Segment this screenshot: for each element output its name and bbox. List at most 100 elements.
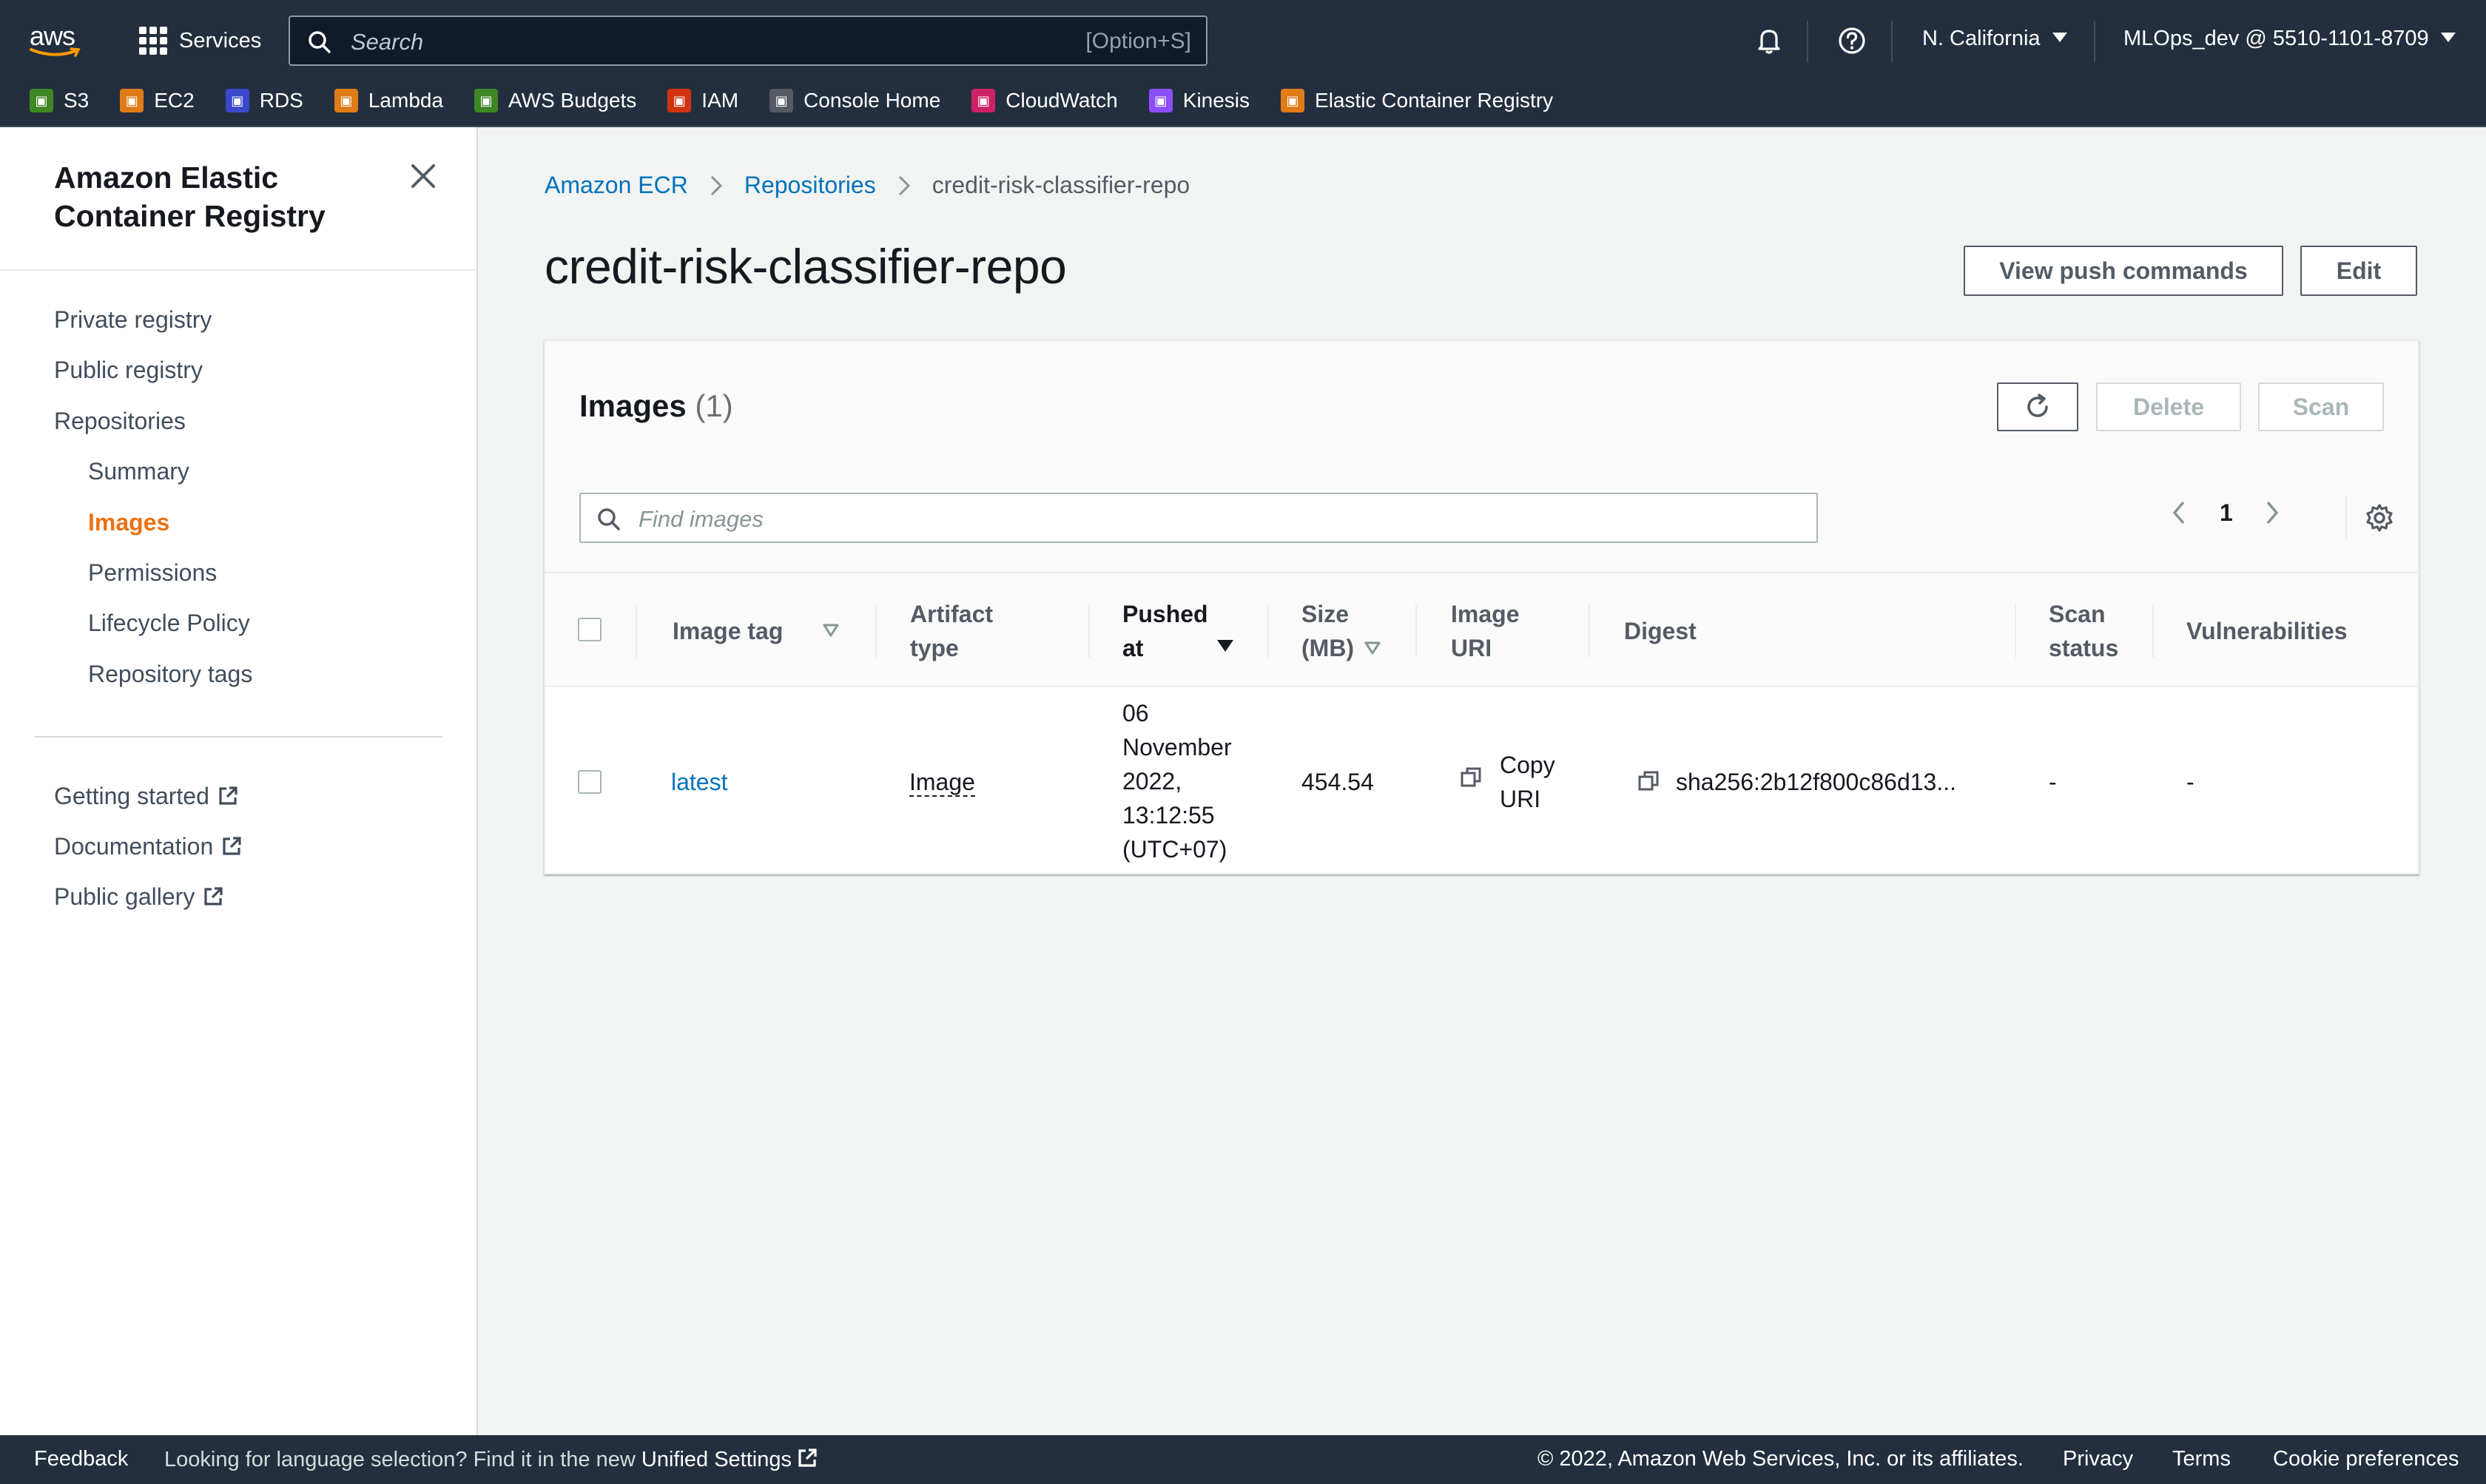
account-menu[interactable]: MLOps_dev @ 5510-1101-8709: [2123, 27, 2456, 51]
refresh-button[interactable]: [1997, 382, 2078, 431]
aws-logo[interactable]: aws: [28, 18, 87, 64]
breadcrumb: Amazon ECR Repositories credit-risk-clas…: [545, 172, 1190, 199]
sidebar-item-summary[interactable]: Summary: [88, 458, 189, 485]
favorite-aws-budgets[interactable]: ▣ AWS Budgets: [474, 89, 636, 112]
region-label: N. California: [1922, 27, 2041, 50]
nav-divider: [1807, 21, 1808, 62]
sidebar-link-getting-started[interactable]: Getting started: [54, 783, 239, 810]
global-search-input[interactable]: Search [Option+S]: [289, 16, 1207, 66]
column-divider: [1415, 604, 1417, 658]
favorite-console-home[interactable]: ▣ Console Home: [769, 89, 940, 112]
divider: [0, 269, 476, 271]
column-divider: [2015, 604, 2016, 658]
sidebar-link-documentation[interactable]: Documentation: [54, 833, 243, 860]
chevron-right-icon[interactable]: [2263, 498, 2282, 527]
sidebar-item-repositories[interactable]: Repositories: [54, 408, 186, 435]
sidebar-item-repository-tags[interactable]: Repository tags: [88, 661, 252, 688]
sort-icon[interactable]: [822, 622, 840, 638]
sidebar-item-images[interactable]: Images: [88, 509, 169, 536]
service-icon: ▣: [1281, 89, 1305, 112]
favorite-iam[interactable]: ▣ IAM: [667, 89, 738, 112]
panel-title-text: Images: [579, 388, 687, 423]
page-number[interactable]: 1: [2220, 499, 2233, 527]
copy-icon[interactable]: [1637, 769, 1661, 793]
column-header-image-tag[interactable]: Image tag: [673, 614, 783, 648]
pushed-at-line: 06: [1122, 700, 1149, 726]
column-label: Pushed: [1122, 601, 1208, 627]
select-all-checkbox[interactable]: [578, 618, 602, 641]
region-selector[interactable]: N. California: [1922, 27, 2067, 51]
column-divider: [875, 604, 877, 658]
favorite-elastic-container-registry[interactable]: ▣ Elastic Container Registry: [1281, 89, 1553, 112]
copy-uri-label: URI: [1500, 786, 1541, 812]
favorite-cloudwatch[interactable]: ▣ CloudWatch: [971, 89, 1118, 112]
column-label: Image tag: [673, 618, 784, 644]
external-link-icon: [204, 887, 223, 905]
cookie-preferences-link[interactable]: Cookie preferences: [2273, 1447, 2459, 1471]
favorite-kinesis[interactable]: ▣ Kinesis: [1148, 89, 1250, 112]
column-label: status: [2049, 635, 2119, 661]
favorite-s3[interactable]: ▣ S3: [30, 89, 89, 112]
column-divider: [1267, 604, 1269, 658]
cell-artifact-type: Image: [909, 765, 975, 799]
breadcrumb-repositories[interactable]: Repositories: [744, 172, 876, 199]
nav-divider: [1891, 21, 1893, 62]
service-icon: ▣: [1148, 89, 1173, 112]
cell-pushed-at: 06 November 2022, 13:12:55 (UTC+07): [1122, 696, 1232, 866]
link-label: Documentation: [54, 833, 214, 860]
cell-scan-status: -: [2049, 769, 2057, 795]
service-icon: ▣: [769, 89, 794, 112]
close-icon[interactable]: [408, 161, 438, 191]
refresh-icon: [2027, 394, 2048, 417]
delete-button[interactable]: Delete: [2096, 382, 2241, 431]
column-label: Artifact: [910, 601, 994, 627]
favorite-ec2[interactable]: ▣ EC2: [120, 89, 195, 112]
edit-button[interactable]: Edit: [2300, 246, 2417, 296]
sidebar-item-public-registry[interactable]: Public registry: [54, 357, 203, 384]
favorite-label: IAM: [701, 89, 739, 112]
feedback-link[interactable]: Feedback: [34, 1447, 128, 1471]
column-header-artifact-type[interactable]: Artifact type: [910, 597, 993, 665]
link-label: Public gallery: [54, 883, 195, 910]
column-header-pushed-at[interactable]: Pushed at: [1122, 597, 1208, 665]
sidebar-item-lifecycle-policy[interactable]: Lifecycle Policy: [88, 610, 250, 637]
unified-settings-link[interactable]: Unified Settings: [641, 1448, 818, 1471]
column-header-size[interactable]: Size (MB): [1301, 597, 1354, 665]
favorite-label: Elastic Container Registry: [1315, 89, 1554, 112]
search-shortcut-hint: [Option+S]: [1085, 29, 1191, 53]
breadcrumb-amazon-ecr[interactable]: Amazon ECR: [545, 172, 688, 199]
favorite-lambda[interactable]: ▣ Lambda: [334, 89, 443, 112]
privacy-link[interactable]: Privacy: [2063, 1447, 2133, 1471]
nav-divider: [2094, 21, 2095, 62]
column-label: Size: [1301, 601, 1350, 627]
grid-icon: [139, 27, 167, 55]
favorite-label: EC2: [154, 89, 195, 112]
view-push-commands-button[interactable]: View push commands: [1964, 246, 2283, 296]
scan-button[interactable]: Scan: [2258, 382, 2384, 431]
side-nav-title[interactable]: Amazon Elastic Container Registry: [54, 158, 394, 235]
sidebar-item-private-registry[interactable]: Private registry: [54, 306, 212, 334]
artifact-type-label[interactable]: Image: [909, 769, 975, 797]
pagination: 1: [2169, 498, 2282, 527]
sort-descending-icon[interactable]: [1217, 640, 1233, 652]
terms-link[interactable]: Terms: [2172, 1447, 2231, 1471]
row-checkbox[interactable]: [578, 770, 602, 794]
unified-settings-label: Unified Settings: [641, 1448, 792, 1471]
sidebar-link-public-gallery[interactable]: Public gallery: [54, 883, 224, 911]
sidebar-item-permissions[interactable]: Permissions: [88, 559, 217, 587]
services-menu-button[interactable]: Services: [139, 22, 261, 59]
column-divider: [636, 604, 637, 658]
bell-icon[interactable]: [1754, 25, 1785, 56]
image-tag-link[interactable]: latest: [671, 769, 727, 795]
chevron-left-icon[interactable]: [2169, 498, 2189, 527]
service-icon: ▣: [971, 89, 996, 112]
gear-icon[interactable]: [2364, 502, 2395, 533]
copy-uri-button[interactable]: Copy URI: [1460, 748, 1555, 816]
column-divider: [1589, 604, 1590, 658]
help-icon[interactable]: [1836, 25, 1867, 56]
pushed-at-line: 2022,: [1122, 768, 1182, 795]
table-header: Image tag Artifact type Pushed at Size (…: [545, 572, 2418, 687]
favorite-rds[interactable]: ▣ RDS: [225, 89, 303, 112]
find-images-input[interactable]: Find images: [579, 493, 1818, 543]
sort-icon[interactable]: [1364, 640, 1381, 656]
